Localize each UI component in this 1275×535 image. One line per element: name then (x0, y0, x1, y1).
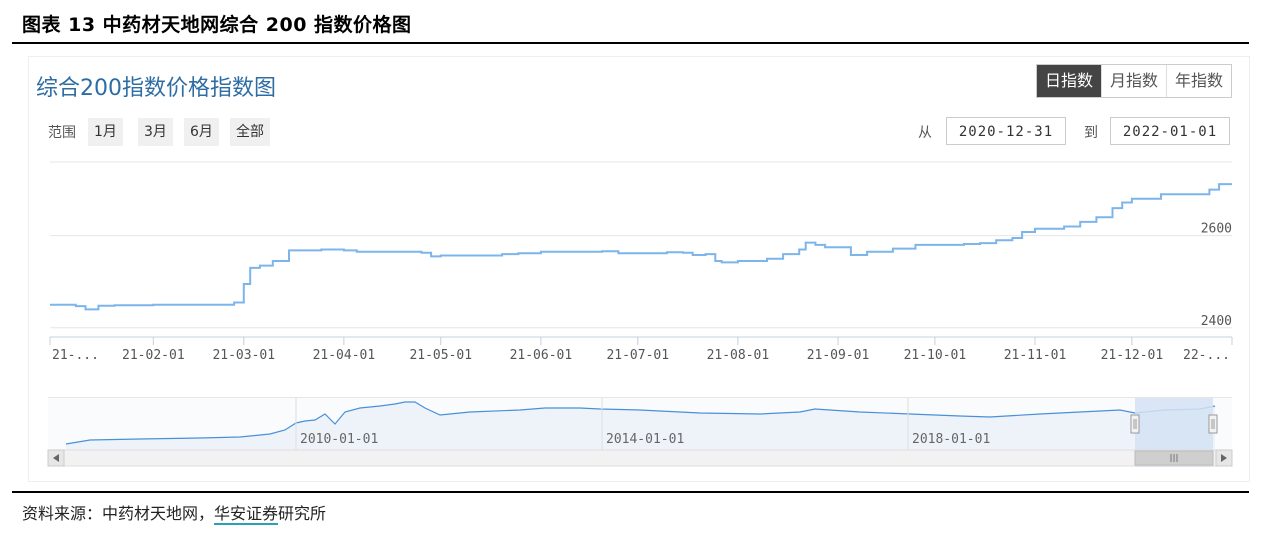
navigator-tick-label: 2010-01-01 (300, 432, 378, 447)
x-tick-label: 21-09-01 (807, 348, 870, 363)
navigator-tick-label: 2014-01-01 (606, 432, 684, 447)
x-tick-label: 21-06-01 (510, 348, 573, 363)
scrollbar (47, 449, 1233, 467)
series-layer (50, 183, 1232, 311)
x-tick-label: 21-... (52, 348, 99, 363)
x-tick-label: 21-05-01 (409, 348, 472, 363)
source-suffix: 研究所 (278, 504, 327, 523)
price-index-chart: 21-... 21-02-01 21-03-01 21-04-01 21-05-01 21… (47, 161, 1233, 467)
scroll-left-button[interactable] (47, 449, 65, 467)
scrollbar-track (47, 449, 1233, 467)
x-tick-label: 21-12-01 (1101, 348, 1164, 363)
x-tick-label: 21-08-01 (707, 348, 770, 363)
bottom-rule (12, 491, 1249, 493)
handle-body (1130, 414, 1140, 434)
x-tick-label: 22-... (1183, 348, 1230, 363)
scrollbar-thumb[interactable] (1134, 450, 1214, 466)
navigator-handle[interactable] (1130, 414, 1140, 434)
x-tick-label: 21-11-01 (1004, 348, 1067, 363)
x-axis: 21-... 21-02-01 21-03-01 21-04-01 21-05-01 21… (49, 336, 1233, 363)
scroll-right-button[interactable] (1215, 449, 1233, 467)
y-tick-label: 2400 (1201, 314, 1232, 329)
x-tick-label: 21-04-01 (313, 348, 376, 363)
navigator-handle[interactable] (1208, 414, 1218, 434)
x-tick-label: 21-02-01 (122, 348, 185, 363)
y-axis: 2400 2600 (1201, 222, 1232, 329)
y-tick-label: 2600 (1201, 222, 1232, 237)
grid-layer (50, 161, 1232, 329)
x-tick-label: 21-03-01 (212, 348, 275, 363)
navigator-tick-label: 2018-01-01 (912, 432, 990, 447)
x-tick-label: 21-07-01 (606, 348, 669, 363)
source-prefix: 资料来源：中药材天地网， (22, 504, 215, 523)
x-tick-label: 21-10-01 (904, 348, 967, 363)
source-org: 华安证券 (214, 504, 279, 525)
series-line (50, 183, 1232, 311)
source-note: 资料来源：中药材天地网，华安证券研究所 (22, 500, 327, 525)
navigator: 2010-01-01 2014-01-01 2018-01-01 (47, 397, 1233, 467)
handle-body (1208, 414, 1218, 434)
